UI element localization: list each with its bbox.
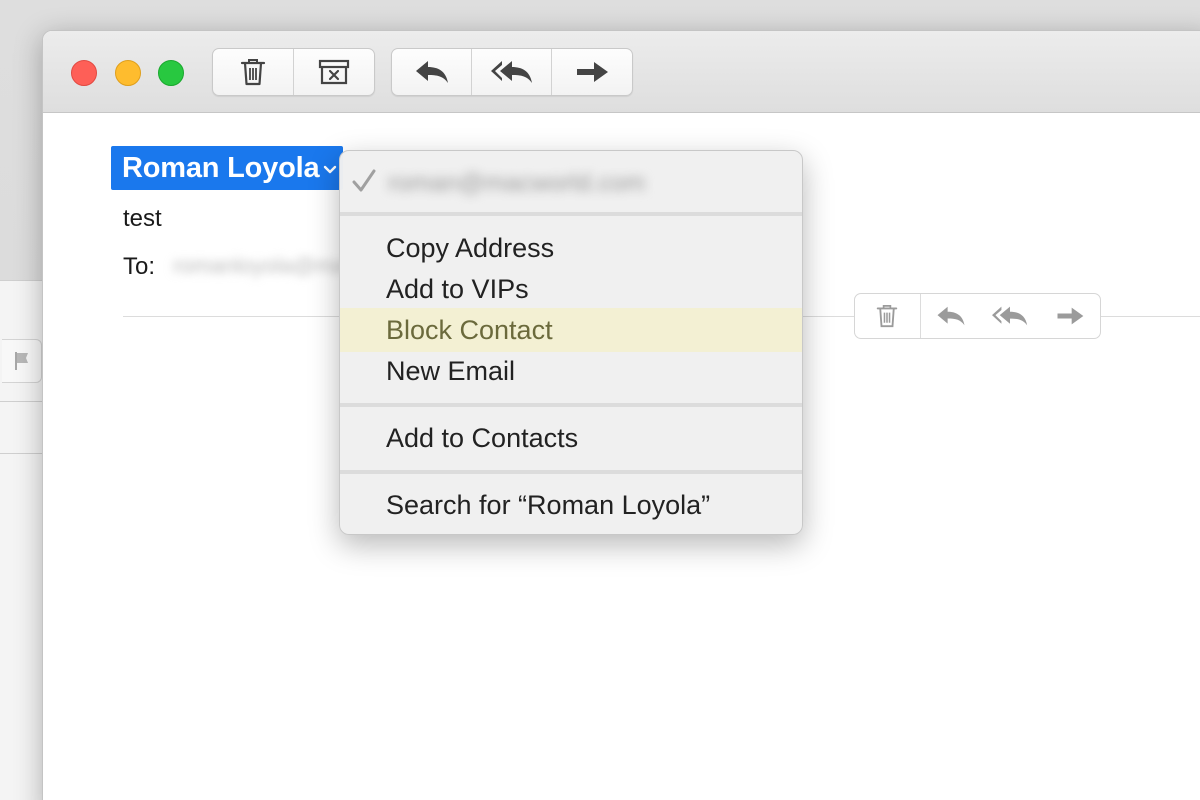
- message-reply-button[interactable]: [921, 294, 981, 338]
- menu-separator: [340, 403, 802, 407]
- menu-item-block-contact[interactable]: Block Contact: [340, 308, 802, 352]
- menu-email-row[interactable]: roman@macworld.com: [340, 155, 802, 207]
- delete-button[interactable]: [213, 49, 294, 95]
- reply-all-icon: [490, 61, 532, 83]
- zoom-button[interactable]: [158, 60, 184, 86]
- menu-item-add-to-contacts[interactable]: Add to Contacts: [340, 416, 802, 460]
- message-subject: test: [123, 205, 162, 232]
- pane-divider: [0, 401, 44, 402]
- background-mailbox-pane: [0, 280, 44, 800]
- menu-item-search-for[interactable]: Search for “Roman Loyola”: [340, 483, 802, 527]
- forward-icon: [1057, 307, 1084, 325]
- toolbar: [43, 31, 1200, 113]
- junk-button[interactable]: [294, 49, 375, 95]
- menu-separator: [340, 470, 802, 474]
- junk-box-icon: [318, 59, 349, 85]
- reply-all-icon: [992, 306, 1028, 326]
- menu-item-add-to-vips[interactable]: Add to VIPs: [340, 267, 802, 311]
- reply-icon: [415, 61, 448, 83]
- forward-icon: [577, 62, 608, 82]
- message-forward-button[interactable]: [1040, 294, 1100, 338]
- to-recipient[interactable]: romanloyola@mac.com: [173, 253, 343, 279]
- menu-item-copy-address[interactable]: Copy Address: [340, 226, 802, 270]
- forward-button[interactable]: [552, 49, 632, 95]
- sender-name: Roman Loyola: [122, 151, 320, 184]
- message-delete-button[interactable]: [855, 294, 921, 338]
- checkmark-icon: [351, 168, 377, 194]
- menu-separator: [340, 212, 802, 216]
- trash-icon: [240, 59, 265, 86]
- sender-button[interactable]: Roman Loyola: [111, 146, 344, 190]
- delete-junk-group: [212, 48, 375, 96]
- message-reply-all-button[interactable]: [980, 294, 1040, 338]
- reply-button[interactable]: [392, 49, 472, 95]
- reply-all-button[interactable]: [472, 49, 552, 95]
- menu-email-address: roman@macworld.com: [388, 169, 646, 197]
- pane-divider: [0, 453, 44, 454]
- chevron-down-icon: [323, 165, 337, 175]
- sender-context-menu: roman@macworld.com Copy Address Add to V…: [339, 150, 803, 535]
- reply-group: [391, 48, 633, 96]
- trash-icon: [877, 305, 898, 328]
- to-label: To:: [123, 253, 156, 280]
- flag-button[interactable]: [2, 339, 42, 383]
- minimize-button[interactable]: [115, 60, 141, 86]
- flag-icon: [14, 352, 28, 370]
- close-button[interactable]: [71, 60, 97, 86]
- reply-icon: [937, 306, 965, 326]
- menu-item-new-email[interactable]: New Email: [340, 349, 802, 393]
- message-hover-toolbar: [854, 293, 1101, 339]
